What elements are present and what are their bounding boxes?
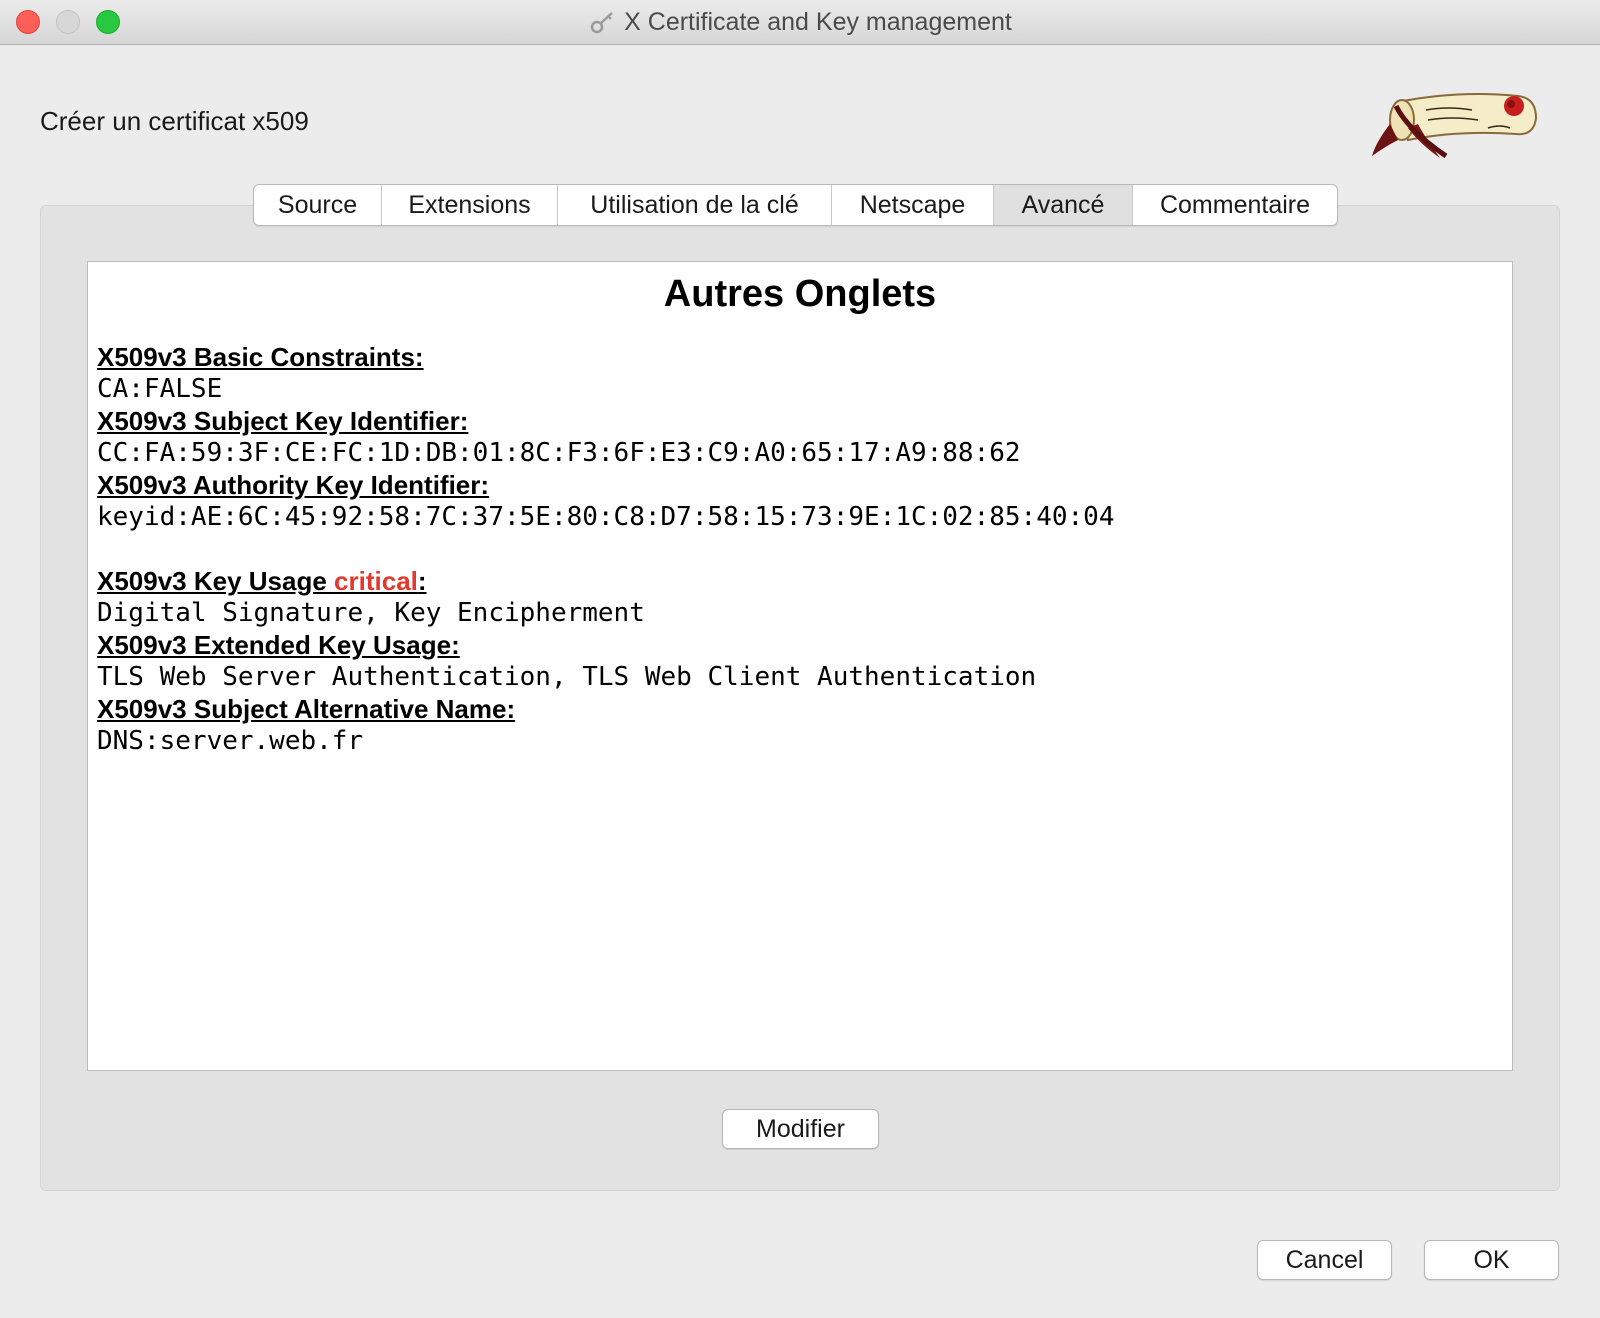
title-bar[interactable]: X Certificate and Key management [0, 0, 1600, 45]
extension-value: DNS:server.web.fr [97, 726, 364, 756]
extension-value: keyid:AE:6C:45:92:58:7C:37:5E:80:C8:D7:5… [97, 502, 1115, 532]
extension-name-key-usage: X509v3 Key Usage critical: [97, 566, 427, 597]
window-title: X Certificate and Key management [624, 7, 1012, 36]
extension-name-prefix: X509v3 Key Usage [97, 566, 335, 596]
extension-value: CC:FA:59:3F:CE:FC:1D:DB:01:8C:F3:6F:E3:C… [97, 438, 1021, 468]
tab-key-usage[interactable]: Utilisation de la clé [558, 185, 832, 225]
extension-value: CA:FALSE [97, 374, 223, 404]
extension-name: X509v3 Extended Key Usage: [97, 630, 460, 660]
extension-name-suffix: : [417, 566, 427, 596]
critical-flag: critical [334, 566, 418, 596]
dialog-heading: Créer un certificat x509 [40, 106, 309, 136]
extension-value: TLS Web Server Authentication, TLS Web C… [97, 662, 1037, 692]
extension-name: X509v3 Subject Alternative Name: [97, 694, 516, 724]
title-wrap: X Certificate and Key management [0, 0, 1600, 44]
extensions-text-view[interactable]: Autres Onglets X509v3 Basic Constraints:… [87, 261, 1513, 1071]
content-title: Autres Onglets [663, 273, 937, 315]
extension-name: X509v3 Basic Constraints: [97, 342, 424, 372]
tab-bar: Source Extensions Utilisation de la clé … [253, 184, 1338, 226]
ok-button[interactable]: OK [1424, 1240, 1559, 1280]
tab-comment[interactable]: Commentaire [1133, 185, 1337, 225]
tab-advanced[interactable]: Avancé [994, 185, 1133, 225]
scroll-rose-logo [1372, 93, 1538, 159]
certificate-key-icon [590, 12, 613, 34]
modify-button[interactable]: Modifier [722, 1109, 879, 1149]
dialog-window: X Certificate and Key management Créer u… [0, 0, 1600, 1318]
extension-name: X509v3 Subject Key Identifier: [97, 406, 469, 436]
tab-netscape[interactable]: Netscape [832, 185, 994, 225]
extension-value: Digital Signature, Key Encipherment [97, 598, 645, 628]
extension-name: X509v3 Authority Key Identifier: [97, 470, 490, 500]
tab-extensions[interactable]: Extensions [382, 185, 558, 225]
tab-source[interactable]: Source [254, 185, 382, 225]
cancel-button[interactable]: Cancel [1257, 1240, 1392, 1280]
